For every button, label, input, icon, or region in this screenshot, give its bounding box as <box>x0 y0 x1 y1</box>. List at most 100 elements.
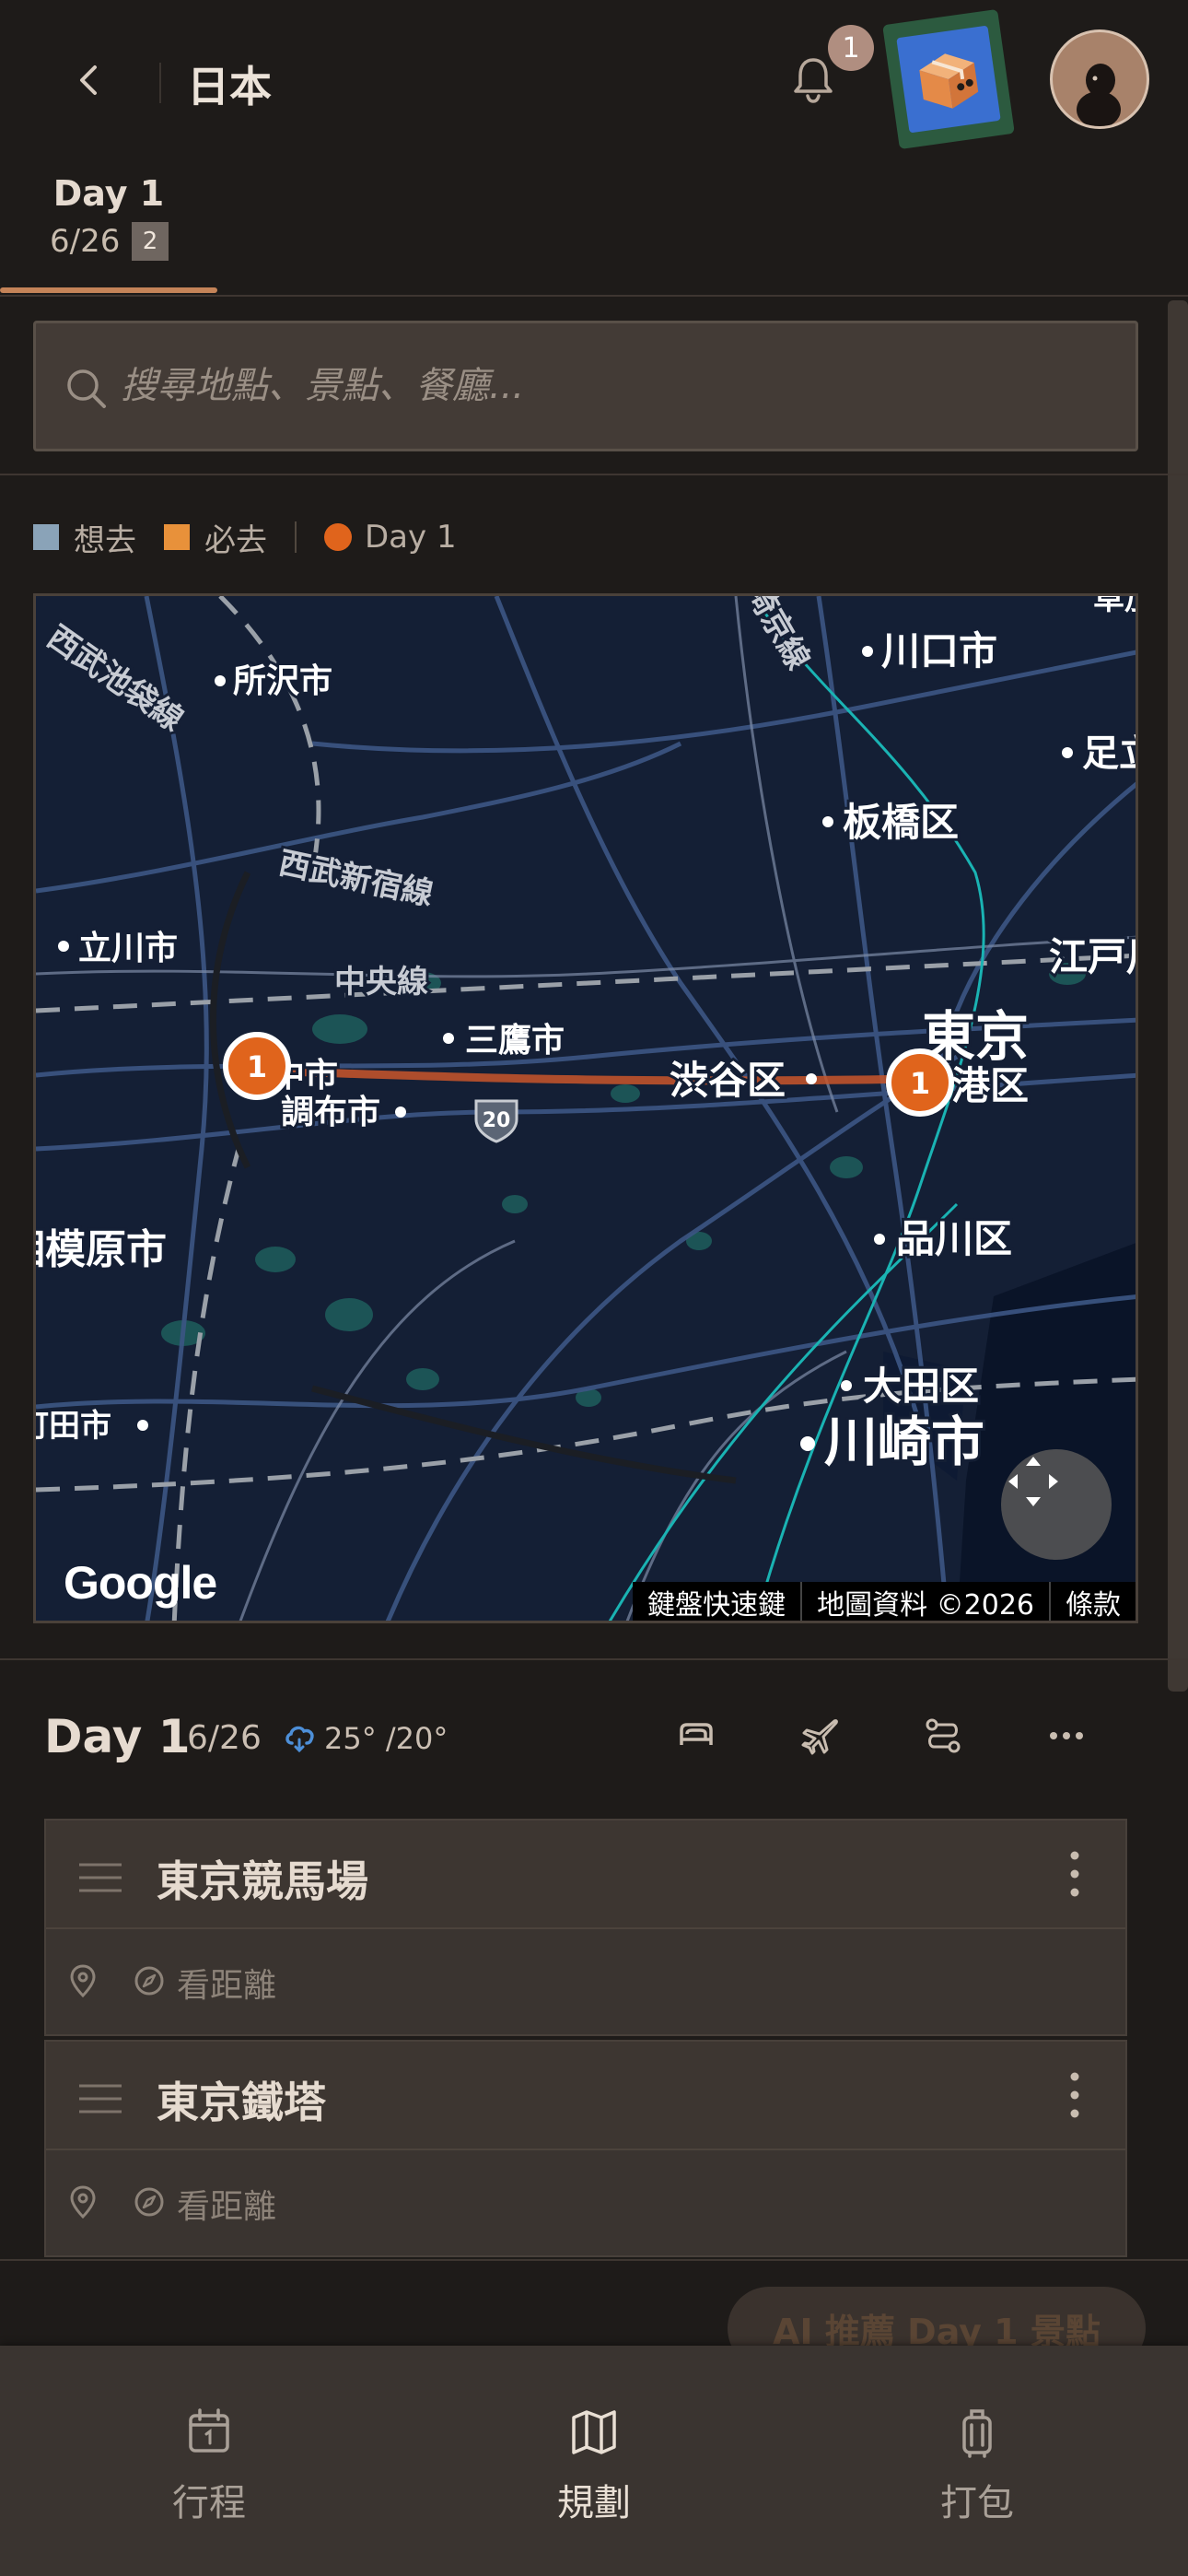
map-marker-tokyo-tower[interactable]: 1 <box>886 1048 954 1117</box>
place-card[interactable]: 東京鐵塔 看距離 <box>44 2040 1127 2257</box>
nav-itinerary[interactable]: 行程 <box>11 2346 407 2576</box>
nav-planning[interactable]: 規劃 <box>396 2346 792 2576</box>
map-label: 町田市 <box>36 1408 111 1445</box>
terms-link[interactable]: 條款 <box>1049 1582 1136 1621</box>
more-vertical-icon[interactable] <box>1052 2066 1098 2125</box>
legend-dot <box>324 523 352 551</box>
marker-label: 1 <box>247 1049 267 1084</box>
day-title: Day 1 <box>44 1710 191 1763</box>
map-label: 三鷹市 <box>465 1022 565 1060</box>
section-divider <box>0 2259 1188 2261</box>
map-label: 渋谷区 <box>670 1058 786 1103</box>
legend-label: 必去 <box>204 521 267 559</box>
calendar-icon <box>189 2408 229 2453</box>
map-data-credit: 地圖資料 ©2026 <box>800 1582 1049 1621</box>
marker-label: 1 <box>910 1066 930 1101</box>
title-divider <box>159 63 161 103</box>
map-label: 足立 <box>1082 732 1138 775</box>
legend-want-to-go: 想去 <box>33 515 136 560</box>
box-icon <box>919 53 979 109</box>
legend-swatch <box>164 524 190 550</box>
package-app-icon[interactable] <box>882 8 1015 150</box>
place-card[interactable]: 東京競馬場 看距離 <box>44 1819 1127 2036</box>
map-label: 西武池袋線 <box>41 619 190 739</box>
nav-label: 打包 <box>940 2482 1014 2524</box>
nav-label: 行程 <box>172 2482 246 2524</box>
route-20-shield: 20 <box>474 1099 518 1143</box>
map-canvas: 20 西武池袋線 所沢市 川口市 足立 板橋区 西武新宿線 立川市 中央線 江戸… <box>36 596 1138 1621</box>
add-flight-button[interactable] <box>792 1708 847 1763</box>
scrollbar[interactable] <box>1168 300 1188 1692</box>
drag-handle-icon[interactable] <box>77 1859 123 1896</box>
luggage-icon <box>962 2409 992 2458</box>
map-label: 埼京線 <box>738 596 817 676</box>
legend-label: Day 1 <box>365 519 457 556</box>
view-distance-link[interactable]: 看距離 <box>177 2180 276 2228</box>
tabs-divider <box>0 295 1188 297</box>
google-logo: Google <box>64 1557 217 1609</box>
active-tab-indicator <box>0 287 217 293</box>
bottom-navigation: 行程 規劃 打包 <box>0 2346 1188 2576</box>
search-icon <box>67 369 106 408</box>
add-hotel-button[interactable] <box>669 1708 724 1763</box>
map-label: 草加 <box>1093 596 1138 617</box>
map-label: 川崎市 <box>824 1411 984 1473</box>
section-divider <box>0 1658 1188 1660</box>
map-label: 江戸川 <box>1049 934 1138 979</box>
nav-packing[interactable]: 打包 <box>779 2346 1175 2576</box>
page-title: 日本 <box>187 62 272 111</box>
compass-icon <box>134 2187 164 2217</box>
route-shield-label: 20 <box>483 1109 511 1132</box>
bed-icon <box>680 1723 713 1745</box>
map-label: 所沢市 <box>233 662 332 700</box>
map-legend: 想去 必去 Day 1 <box>33 514 484 560</box>
keyboard-shortcuts-link[interactable]: 鍵盤快速鍵 <box>633 1582 800 1621</box>
more-options-button[interactable] <box>1039 1708 1094 1763</box>
place-card-header: 東京鐵塔 <box>46 2042 1125 2150</box>
legend-separator <box>295 521 297 553</box>
chevron-left-icon <box>80 65 97 95</box>
map-view[interactable]: 20 西武池袋線 所沢市 川口市 足立 板橋区 西武新宿線 立川市 中央線 江戸… <box>33 593 1138 1623</box>
view-distance-link[interactable]: 看距離 <box>177 1959 276 2007</box>
map-fit-bounds-button[interactable] <box>1001 1449 1112 1560</box>
day-tab-date: 6/26 <box>50 223 121 260</box>
map-label: 品川区 <box>896 1216 1012 1261</box>
day-summary-row: Day 1 6/26 25° /20° <box>0 1695 1188 1773</box>
tab-day-1[interactable]: Day 1 6/26 2 <box>0 157 217 295</box>
map-label: 板橋区 <box>843 800 959 845</box>
search-box[interactable] <box>33 321 1138 451</box>
route-settings-button[interactable] <box>915 1708 971 1763</box>
user-avatar[interactable] <box>1050 29 1149 129</box>
day-tab-label: Day 1 <box>52 173 165 214</box>
search-input[interactable] <box>121 357 1097 416</box>
plane-icon <box>801 1719 838 1755</box>
day-tab-count-badge: 2 <box>132 222 169 261</box>
location-pin-icon <box>70 1964 96 1998</box>
map-label: 港区 <box>951 1063 1029 1108</box>
avatar-image <box>1077 64 1121 126</box>
place-name: 東京競馬場 <box>157 1856 368 1906</box>
legend-day-1: Day 1 <box>324 519 457 556</box>
map-label: 立川市 <box>78 930 178 967</box>
more-horizontal-icon <box>1050 1732 1083 1739</box>
temperature: 25° /20° <box>324 1721 448 1756</box>
section-divider <box>0 474 1188 475</box>
more-vertical-icon[interactable] <box>1052 1844 1098 1903</box>
map-icon <box>572 2410 616 2454</box>
compass-icon <box>134 1966 164 1996</box>
expand-arrows-icon <box>1008 1457 1058 1506</box>
place-card-header: 東京競馬場 <box>46 1821 1125 1929</box>
map-marker-tokyo-racecourse[interactable]: 1 <box>223 1032 291 1100</box>
notification-badge: 1 <box>828 25 874 71</box>
map-label: 相模原市 <box>36 1226 167 1273</box>
legend-swatch <box>33 524 59 550</box>
map-label: 西武新宿線 <box>275 845 437 913</box>
legend-must-go: 必去 <box>164 515 267 560</box>
app-header: 日本 1 <box>0 0 1188 157</box>
nav-label: 規劃 <box>557 2482 631 2524</box>
back-button[interactable] <box>57 48 122 112</box>
cloud-rain-icon <box>285 1726 314 1753</box>
legend-label: 想去 <box>74 521 136 559</box>
drag-handle-icon[interactable] <box>77 2080 123 2117</box>
map-label: 中央線 <box>334 964 428 1001</box>
